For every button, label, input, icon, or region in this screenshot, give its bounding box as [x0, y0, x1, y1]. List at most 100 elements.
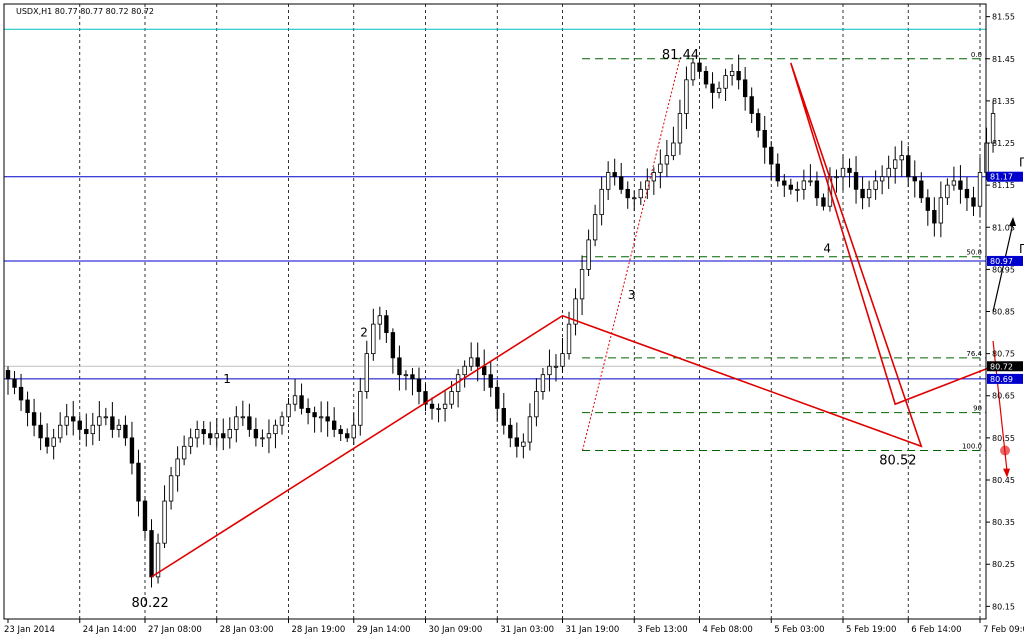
x-tick-label: 29 Jan 14:00 [357, 625, 411, 635]
candle-body [749, 96, 754, 114]
candle-body [521, 441, 526, 447]
candle-body [305, 407, 311, 413]
wave-number: 3 [628, 288, 636, 302]
candle-body [110, 416, 115, 430]
candle-body [436, 407, 441, 410]
candle-body [331, 420, 337, 430]
candle-body [775, 163, 780, 182]
candle-body [697, 62, 702, 72]
candle-body [879, 176, 885, 182]
candle-body [449, 391, 454, 405]
candle-body [416, 378, 422, 392]
candle-body [547, 365, 552, 376]
candle-body [397, 357, 402, 376]
candle-body [651, 172, 657, 182]
candle-body [149, 530, 154, 578]
pivot-label: Пивот МФ [1019, 156, 1024, 170]
candle-body [873, 180, 878, 190]
candle-body [234, 416, 239, 430]
candle-body [932, 210, 937, 224]
y-tick-label: 80.45 [992, 476, 1015, 485]
candle-body [482, 365, 487, 376]
candle-body [142, 500, 148, 531]
candle-body [599, 188, 604, 216]
price-annotation: 80.22 [132, 596, 169, 611]
candle-body [840, 167, 846, 178]
candle-body [18, 386, 24, 401]
candle-body [925, 197, 930, 211]
candle-body [38, 424, 43, 439]
candle-body [77, 420, 82, 430]
candle-body [958, 180, 963, 190]
x-tick-label: 3 Feb 13:00 [637, 625, 687, 635]
candle-body [103, 416, 109, 419]
x-tick-label: 24 Jan 14:00 [83, 625, 137, 635]
price-tag-label: 80.69 [990, 375, 1013, 384]
x-tick-label: 23 Jan 2014 [4, 625, 55, 635]
candle-body [214, 433, 219, 439]
candle-body [247, 416, 252, 430]
y-tick-label: 80.95 [992, 265, 1015, 274]
candle-body [834, 176, 839, 179]
candle-body [619, 176, 624, 190]
candle-body [886, 167, 891, 178]
price-tag-label: 81.17 [990, 173, 1013, 182]
fibo-label: 76.4 [966, 350, 982, 358]
candle-body [345, 433, 350, 439]
candle-body [690, 62, 696, 81]
candle-body [899, 155, 904, 161]
candle-body [116, 424, 122, 430]
candle-body [168, 475, 174, 502]
candle-body [534, 391, 539, 418]
y-tick-label: 81.55 [992, 13, 1015, 22]
candle-body [553, 365, 559, 368]
candle-body [866, 188, 872, 199]
candle-body [488, 374, 493, 388]
candle-body [847, 167, 852, 173]
candle-body [684, 79, 689, 114]
candle-body [625, 188, 630, 199]
candle-body [475, 357, 480, 367]
candle-body [188, 437, 193, 447]
chart-canvas[interactable]: 0.0 50.0 76.4 90 100.0 80.22 80.52 81.44 1 2 3 4 Пи… [0, 0, 1024, 637]
candle-body [742, 79, 748, 98]
candle-body [5, 370, 11, 380]
candle-body [782, 180, 787, 186]
candle-body [821, 197, 826, 207]
candle-body [912, 176, 917, 182]
price-chart[interactable]: 0.0 50.0 76.4 90 100.0 80.22 80.52 81.44 1 2 3 4 Пи… [0, 0, 1024, 637]
candle-body [97, 416, 102, 426]
candle-body [25, 399, 30, 413]
candle-body [527, 416, 533, 443]
forecast-marker [1000, 445, 1011, 456]
price-tag-label: 80.97 [990, 257, 1013, 266]
wave-number: 4 [823, 241, 831, 255]
candle-body [664, 155, 670, 165]
y-tick-label: 81.35 [992, 97, 1015, 106]
candle-body [442, 403, 448, 409]
candle-body [638, 188, 643, 199]
candle-body [123, 424, 128, 439]
candle-body [560, 353, 565, 367]
candle-body [84, 429, 89, 435]
y-tick-label: 81.05 [992, 223, 1015, 232]
candle-body [971, 197, 976, 207]
candle-body [240, 416, 246, 419]
candle-body [410, 374, 415, 380]
current-price-label: 80.72 [990, 362, 1013, 371]
y-tick-label: 80.75 [992, 350, 1015, 359]
candle-body [403, 374, 409, 377]
candle-body [44, 437, 50, 447]
candle-body [906, 155, 911, 178]
candle-body [325, 416, 330, 422]
y-tick-label: 80.15 [992, 602, 1015, 611]
candle-body [377, 315, 383, 325]
y-tick-label: 80.55 [992, 434, 1015, 443]
candle-body [351, 424, 356, 439]
candle-body [136, 462, 141, 502]
price-annotation: 80.52 [879, 453, 916, 468]
x-tick-label: 27 Jan 08:00 [148, 625, 202, 635]
y-tick-label: 81.25 [992, 139, 1015, 148]
candle-body [286, 403, 291, 418]
candle-body [390, 332, 396, 359]
